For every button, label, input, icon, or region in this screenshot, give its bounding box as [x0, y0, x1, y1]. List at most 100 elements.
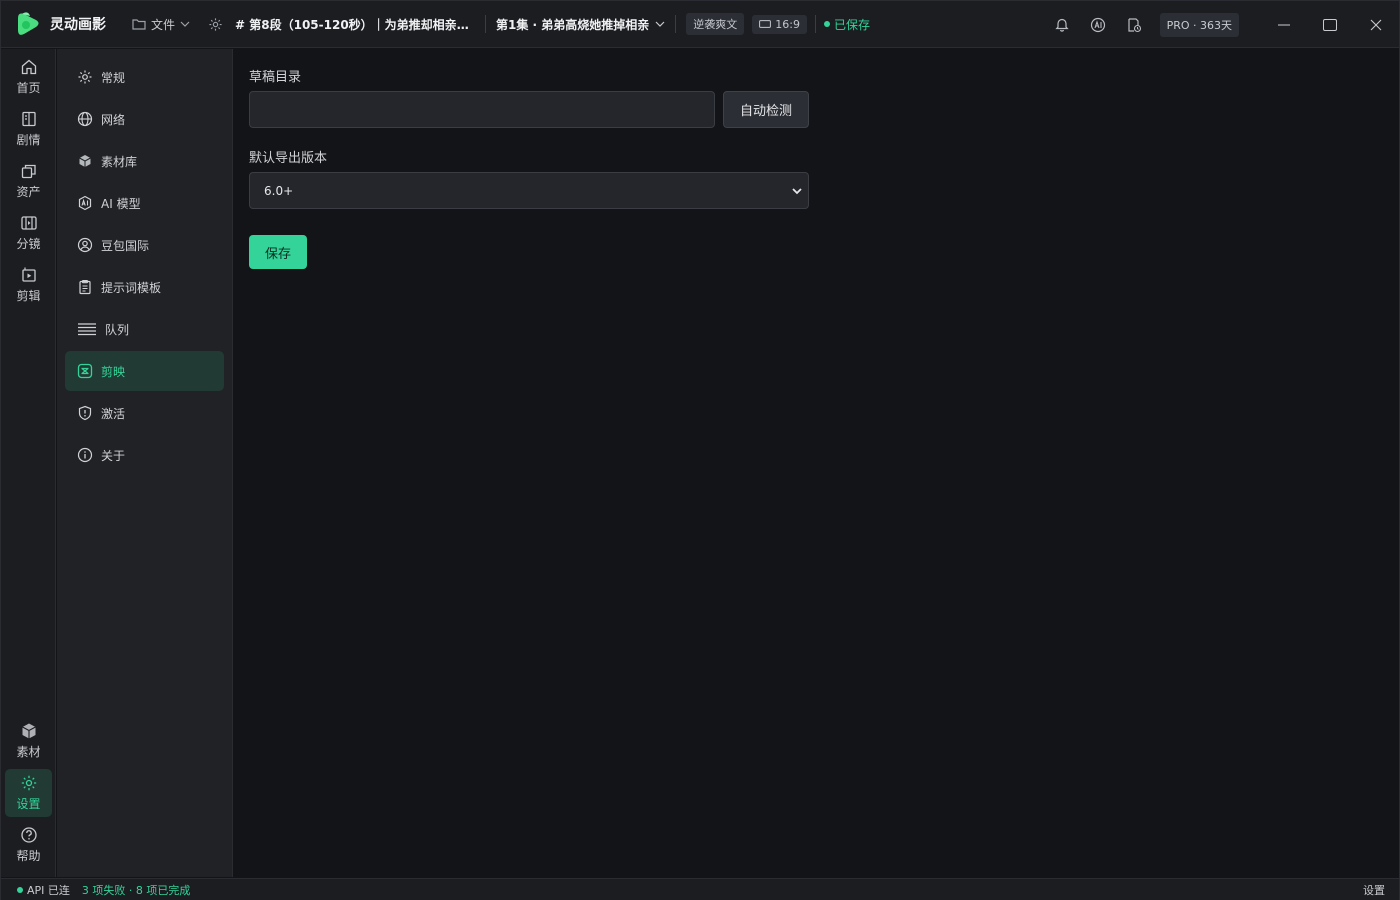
divider: [675, 15, 677, 33]
rail-item-home[interactable]: 首页: [5, 53, 52, 101]
settings-sidebar: 常规 网络 素材库 AI 模型 豆包国际 提示词模板 队列 剪映 激活 关于: [57, 49, 233, 877]
notification-bell-icon[interactable]: [1052, 15, 1072, 35]
settings-nav-queue[interactable]: 队列: [65, 309, 224, 349]
rail-item-settings[interactable]: 设置: [5, 769, 52, 817]
settings-nav-label: 提示词模板: [101, 280, 162, 295]
settings-nav-label: 素材库: [101, 154, 138, 169]
auto-detect-button[interactable]: 自动检测: [723, 91, 809, 128]
pro-badge[interactable]: PRO · 363天: [1159, 12, 1239, 37]
app-logo: [14, 10, 42, 38]
gear-icon: [21, 775, 36, 791]
rail-label: 设置: [16, 797, 41, 811]
save-button[interactable]: 保存: [249, 235, 307, 269]
settings-content: 草稿目录 自动检测 默认导出版本 6.0+ 保存: [233, 49, 1398, 877]
chevron-down-icon: [792, 188, 802, 195]
project-settings-button[interactable]: [208, 17, 223, 32]
jianying-icon: [77, 363, 93, 379]
episode-label: 第1集 · 弟弟高烧她推掉相亲: [496, 17, 650, 32]
primary-nav-rail: 首页 剧情 资产 分镜 剪辑 素材 设置 帮助: [1, 49, 56, 877]
user-circle-icon: [77, 237, 93, 253]
settings-nav-jianying[interactable]: 剪映: [65, 351, 224, 391]
info-icon: [77, 447, 93, 463]
title-bar: 灵动画影 文件 # 第8段（105-120秒）｜为弟推却相亲约【… 第1集 · …: [1, 1, 1399, 48]
rail-item-edit[interactable]: 剪辑: [5, 261, 52, 309]
gear-icon: [209, 17, 222, 31]
ai-assistant-icon[interactable]: [1088, 15, 1108, 35]
rail-label: 剧情: [16, 133, 41, 147]
task-summary[interactable]: 3 项失败 · 8 项已完成: [82, 882, 190, 898]
aspect-ratio-label: 16:9: [775, 17, 800, 31]
status-dot: [823, 21, 830, 27]
settings-nav-label: 剪映: [101, 364, 126, 379]
export-version-label: 默认导出版本: [249, 151, 328, 166]
settings-nav-label: 激活: [101, 406, 126, 421]
rail-label: 素材: [16, 745, 41, 759]
rail-item-materials[interactable]: 素材: [5, 717, 52, 765]
task-history-icon[interactable]: [1124, 15, 1144, 35]
export-version-select[interactable]: 6.0+: [249, 172, 809, 209]
help-icon: [20, 827, 37, 843]
close-button[interactable]: [1353, 1, 1399, 48]
export-version-value: 6.0+: [264, 183, 294, 198]
home-icon: [21, 59, 36, 75]
minimize-button[interactable]: [1261, 1, 1307, 48]
settings-nav-material-library[interactable]: 素材库: [65, 141, 224, 181]
settings-nav-label: 豆包国际: [101, 238, 150, 253]
rail-item-storyboard[interactable]: 分镜: [5, 209, 52, 257]
clipboard-icon: [79, 279, 91, 295]
file-menu-label: 文件: [151, 17, 176, 32]
maximize-button[interactable]: [1307, 1, 1353, 48]
divider: [485, 15, 487, 33]
status-dot: [17, 886, 23, 893]
list-icon: [78, 323, 96, 336]
rail-bottom-group: 素材 设置 帮助: [1, 713, 56, 873]
settings-nav-ai-model[interactable]: AI 模型: [65, 183, 224, 223]
statusbar-settings-link[interactable]: 设置: [1363, 882, 1385, 898]
rail-label: 首页: [16, 81, 41, 95]
assets-icon: [21, 164, 36, 179]
settings-nav-network[interactable]: 网络: [65, 99, 224, 139]
save-status: 已保存: [823, 16, 870, 33]
minimize-icon: [1278, 24, 1290, 25]
status-bar: API 已连 3 项失败 · 8 项已完成 设置: [1, 878, 1399, 900]
rail-label: 资产: [16, 185, 41, 199]
rail-label: 剪辑: [16, 289, 41, 303]
rail-item-assets[interactable]: 资产: [5, 157, 52, 205]
api-status-label: API 已连: [27, 883, 70, 897]
settings-nav-prompt-templates[interactable]: 提示词模板: [65, 267, 224, 307]
maximize-icon: [1323, 18, 1337, 31]
settings-nav-doubao-intl[interactable]: 豆包国际: [65, 225, 224, 265]
rail-item-help[interactable]: 帮助: [5, 821, 52, 869]
cube-icon: [79, 155, 91, 167]
chevron-down-icon: [180, 21, 190, 27]
save-status-label: 已保存: [833, 17, 870, 32]
aspect-ratio-tag[interactable]: 16:9: [752, 14, 807, 34]
settings-nav-about[interactable]: 关于: [65, 435, 224, 475]
settings-nav-label: 常规: [101, 70, 126, 85]
globe-icon: [77, 111, 93, 127]
episode-selector[interactable]: 第1集 · 弟弟高烧她推掉相亲: [496, 16, 665, 33]
gear-icon: [78, 70, 92, 84]
rail-item-story[interactable]: 剧情: [5, 105, 52, 153]
draft-dir-input[interactable]: [249, 91, 715, 128]
ai-icon: [78, 195, 92, 211]
divider: [814, 15, 816, 33]
settings-nav-label: 网络: [101, 112, 126, 127]
settings-nav-label: 队列: [105, 322, 130, 337]
file-menu[interactable]: 文件: [132, 16, 190, 33]
folder-icon: [132, 19, 146, 30]
segment-title[interactable]: # 第8段（105-120秒）｜为弟推却相亲约【…: [235, 16, 475, 33]
api-status: API 已连: [17, 882, 70, 898]
genre-tag[interactable]: 逆袭爽文: [686, 13, 745, 35]
book-icon: [21, 111, 36, 127]
chevron-down-icon: [655, 21, 665, 27]
settings-nav-general[interactable]: 常规: [65, 57, 224, 97]
rail-label: 帮助: [16, 849, 41, 863]
cube-icon: [21, 723, 36, 739]
edit-clip-icon: [21, 267, 36, 282]
rail-label: 分镜: [16, 237, 41, 251]
close-icon: [1370, 19, 1382, 30]
app-name: 灵动画影: [50, 17, 106, 33]
shield-icon: [78, 405, 92, 421]
settings-nav-activation[interactable]: 激活: [65, 393, 224, 433]
